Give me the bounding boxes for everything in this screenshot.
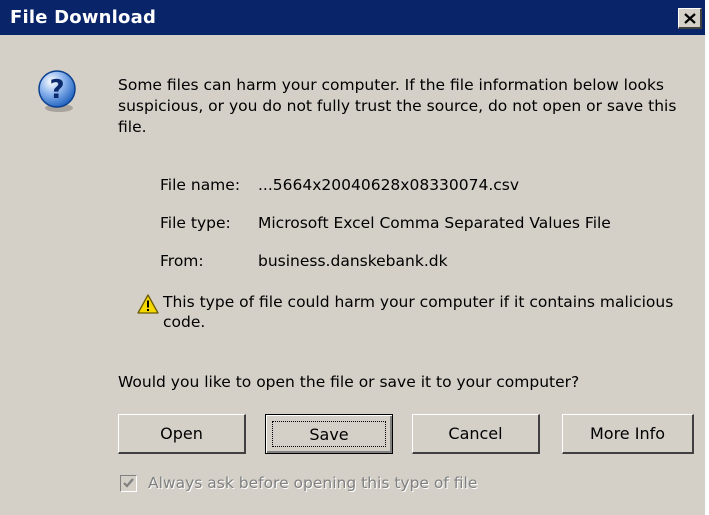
file-type-value: Microsoft Excel Comma Separated Values F… (258, 214, 611, 232)
action-question: Would you like to open the file or save … (118, 373, 580, 391)
always-ask-checkbox[interactable] (120, 475, 137, 492)
file-from-label: From: (160, 252, 204, 270)
always-ask-label: Always ask before opening this type of f… (148, 474, 478, 492)
warning-message: This type of file could harm your comput… (163, 293, 674, 331)
file-from-value: business.danskebank.dk (258, 252, 448, 270)
question-icon: ? (38, 70, 76, 112)
warning-icon (137, 294, 159, 314)
checkmark-icon (123, 478, 134, 488)
file-download-dialog: File Download ? Some files can harm your… (0, 0, 709, 515)
file-name-value: ...5664x20040628x08330074.csv (258, 176, 520, 194)
more-info-button[interactable]: More Info (562, 414, 694, 454)
file-name-label: File name: (160, 176, 241, 194)
cancel-button[interactable]: Cancel (412, 414, 540, 454)
window-title: File Download (10, 7, 157, 28)
close-icon (683, 12, 696, 24)
window-edge (705, 0, 709, 515)
focus-rectangle (272, 421, 386, 447)
svg-text:?: ? (49, 75, 64, 105)
security-message: Some files can harm your computer. If th… (118, 76, 677, 136)
file-type-label: File type: (160, 214, 231, 232)
save-button[interactable]: Save (265, 414, 393, 454)
open-button[interactable]: Open (118, 414, 246, 454)
title-bar[interactable]: File Download (0, 0, 705, 35)
close-button[interactable] (678, 8, 702, 29)
